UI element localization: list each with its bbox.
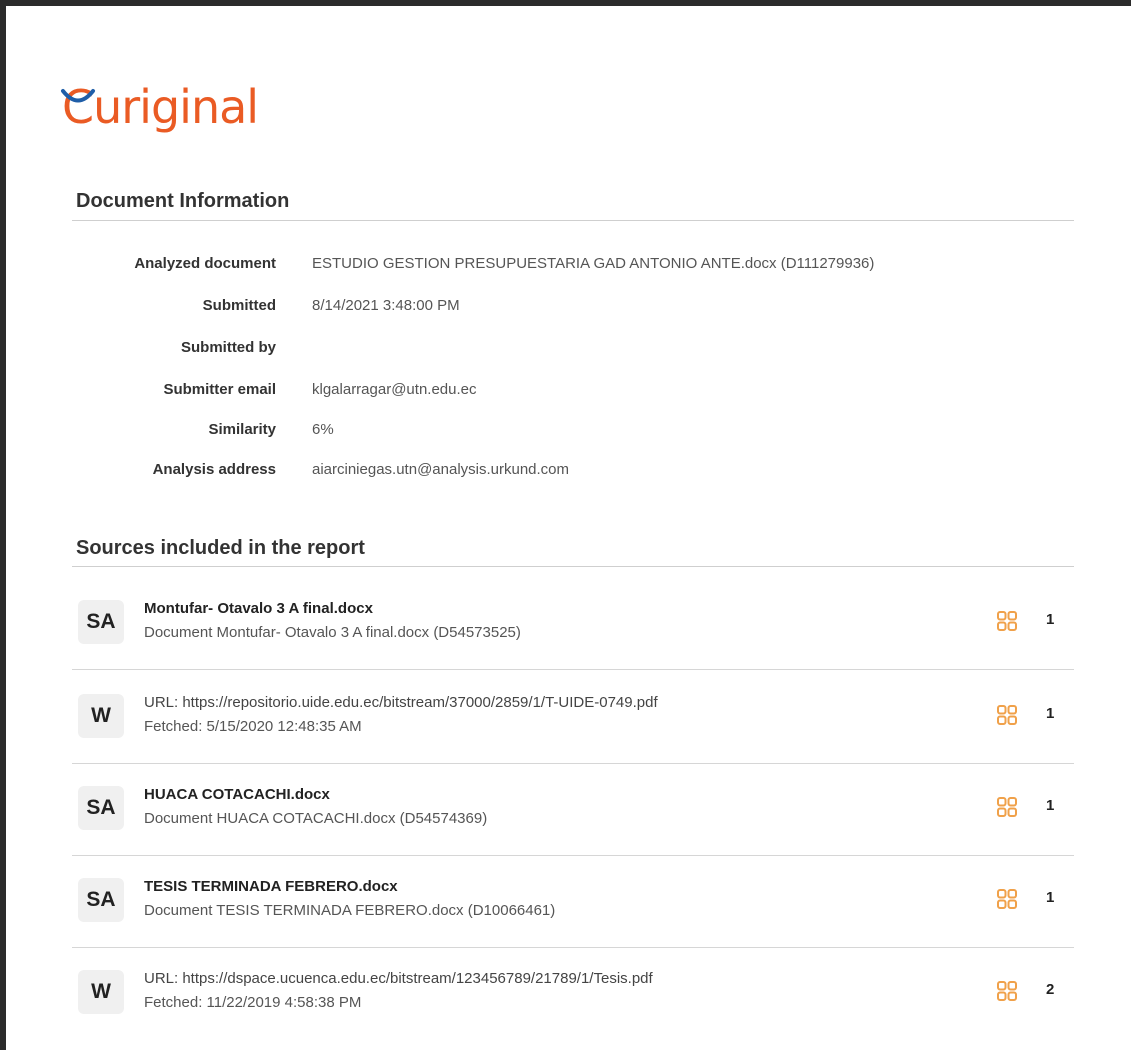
grid-icon[interactable] — [996, 796, 1018, 818]
source-url[interactable]: URL: https://repositorio.uide.edu.ec/bit… — [144, 694, 658, 711]
match-count: 1 — [1046, 889, 1055, 906]
source-row[interactable]: SA Montufar- Otavalo 3 A final.docx Docu… — [72, 578, 1074, 670]
source-type-badge: W — [78, 694, 124, 738]
sources-heading: Sources included in the report — [76, 537, 365, 559]
grid-icon[interactable] — [996, 704, 1018, 726]
source-type-badge: SA — [78, 600, 124, 644]
similarity-label: Similarity — [208, 421, 276, 438]
analyzed-document-label: Analyzed document — [134, 255, 276, 272]
grid-icon[interactable] — [996, 888, 1018, 910]
submitter-email-label: Submitter email — [163, 381, 276, 398]
analyzed-document-value: ESTUDIO GESTION PRESUPUESTARIA GAD ANTON… — [312, 255, 875, 272]
source-type-badge: SA — [78, 786, 124, 830]
match-count: 1 — [1046, 705, 1055, 722]
source-fetched-date: Fetched: 11/22/2019 4:58:38 PM — [144, 994, 362, 1011]
analysis-address-label: Analysis address — [152, 461, 276, 478]
submitter-email-value: klgalarragar@utn.edu.ec — [312, 381, 477, 398]
match-count: 2 — [1046, 981, 1055, 998]
source-row[interactable]: SA TESIS TERMINADA FEBRERO.docx Document… — [72, 856, 1074, 948]
match-count: 1 — [1046, 797, 1055, 814]
source-type-badge: SA — [78, 878, 124, 922]
source-type-badge: W — [78, 970, 124, 1014]
source-row[interactable]: W URL: https://repositorio.uide.edu.ec/b… — [72, 672, 1074, 764]
analysis-address-value: aiarciniegas.utn@analysis.urkund.com — [312, 461, 570, 478]
source-url[interactable]: URL: https://dspace.ucuenca.edu.ec/bitst… — [144, 970, 653, 987]
source-title[interactable]: HUACA COTACACHI.docx — [144, 786, 330, 803]
source-subtitle: Document HUACA COTACACHI.docx (D54574369… — [144, 810, 488, 827]
section-divider — [72, 220, 1074, 221]
document-information-heading: Document Information — [76, 190, 290, 212]
source-row[interactable]: SA HUACA COTACACHI.docx Document HUACA C… — [72, 764, 1074, 856]
source-row[interactable]: W URL: https://dspace.ucuenca.edu.ec/bit… — [72, 948, 1074, 1040]
submitted-label: Submitted — [202, 297, 276, 314]
row-divider — [72, 669, 1074, 670]
match-count: 1 — [1046, 611, 1055, 628]
submitted-value: 8/14/2021 3:48:00 PM — [312, 297, 460, 314]
source-subtitle: Document Montufar- Otavalo 3 A final.doc… — [144, 624, 521, 641]
source-fetched-date: Fetched: 5/15/2020 12:48:35 AM — [144, 718, 362, 735]
source-subtitle: Document TESIS TERMINADA FEBRERO.docx (D… — [144, 902, 556, 919]
similarity-value: 6% — [312, 421, 334, 438]
section-divider — [72, 566, 1074, 567]
grid-icon[interactable] — [996, 610, 1018, 632]
grid-icon[interactable] — [996, 980, 1018, 1002]
submitted-by-label: Submitted by — [180, 339, 276, 356]
logo-arc-icon — [61, 89, 95, 103]
source-title[interactable]: TESIS TERMINADA FEBRERO.docx — [144, 878, 398, 895]
source-title[interactable]: Montufar- Otavalo 3 A final.docx — [144, 600, 373, 617]
